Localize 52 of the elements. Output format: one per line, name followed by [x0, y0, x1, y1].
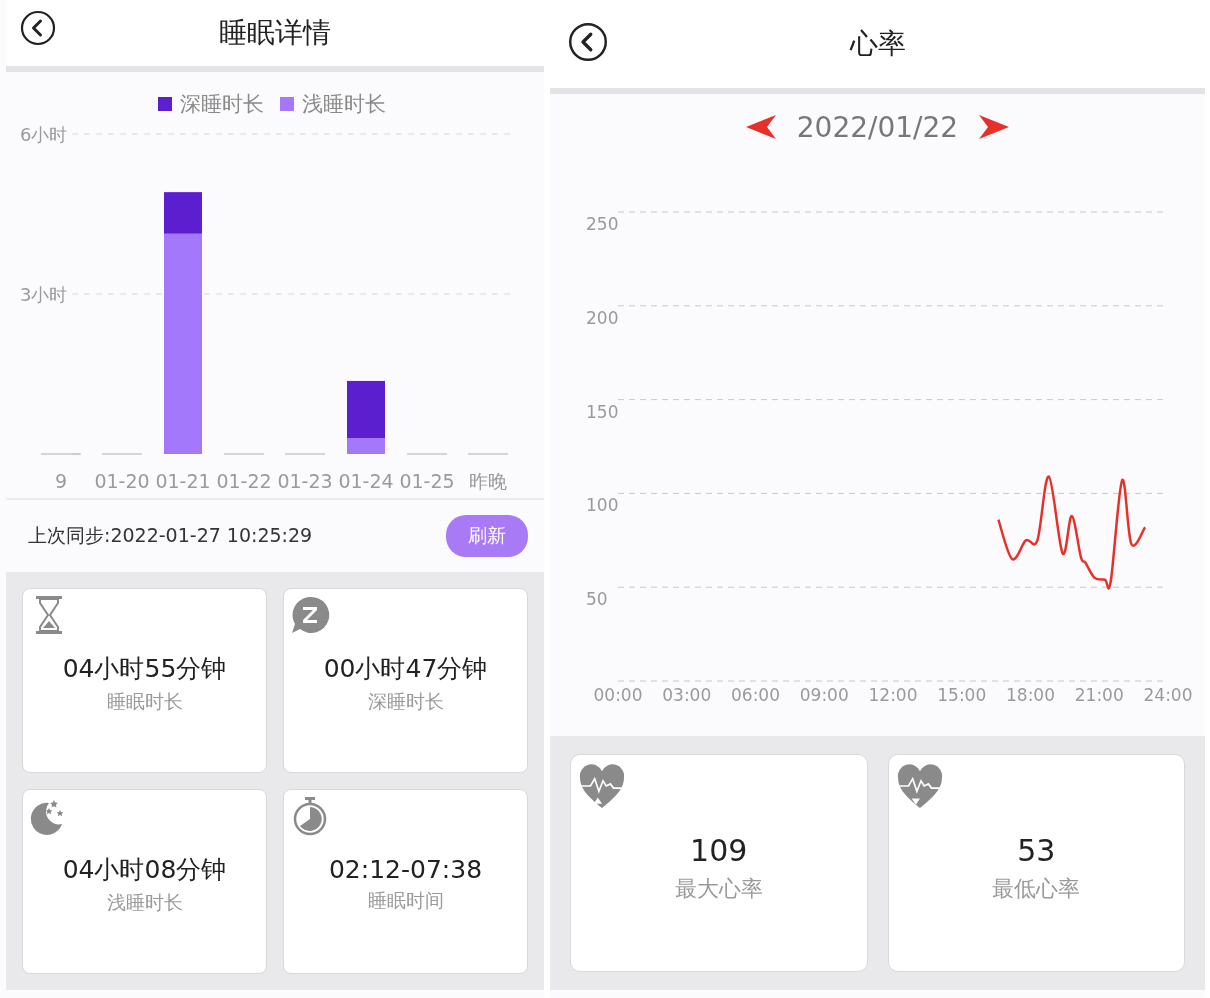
axis-label: 12:00	[868, 685, 918, 705]
screen-title: 睡眠详情	[219, 15, 331, 51]
axis-label: 06:00	[731, 685, 780, 705]
stat-value: 04小时55分钟	[62, 653, 227, 685]
axis-label: 01-23	[277, 470, 333, 492]
back-icon[interactable]	[568, 22, 608, 62]
hourglass-icon	[35, 595, 63, 635]
axis-label: 昨晚	[469, 470, 507, 492]
back-icon[interactable]	[20, 10, 56, 46]
previous-arrow-icon[interactable]	[744, 114, 777, 140]
axis-label: 01-25	[399, 470, 455, 492]
stat-label: 深睡时长	[367, 689, 444, 714]
screen-title: 心率	[849, 26, 906, 62]
axis-label: 03:00	[662, 685, 712, 705]
axis-label: 24:00	[1143, 685, 1193, 705]
stat-value: 109	[690, 832, 748, 868]
axis-label: 3小时	[20, 284, 68, 305]
date-label: 2022/01/22	[796, 110, 959, 144]
stat-value: 53	[1017, 832, 1056, 868]
stat-value: 00小时47分钟	[323, 653, 488, 685]
axis-label: 250	[586, 214, 619, 234]
axis-label: 01-24	[338, 470, 394, 492]
stat-label: 最低心率	[992, 874, 1081, 903]
stat-label: 最大心率	[674, 874, 763, 903]
axis-label: 6小时	[20, 124, 68, 145]
stopwatch-icon	[292, 796, 328, 836]
heart-pulse-icon	[896, 763, 943, 809]
last-sync-text: 上次同步:2022-01-27 10:25:29	[28, 523, 313, 548]
axis-label: 21:00	[1074, 685, 1124, 705]
sleep-bubble-icon	[290, 595, 330, 635]
legend-label: 深睡时长	[180, 91, 264, 118]
next-arrow-icon[interactable]	[978, 114, 1011, 140]
stat-value: 04小时08分钟	[62, 854, 227, 886]
axis-label: 200	[586, 307, 619, 328]
axis-label: 18:00	[1006, 685, 1055, 705]
axis-label: 15:00	[937, 685, 987, 705]
stat-label: 睡眠时间	[367, 888, 444, 913]
stat-label: 睡眠时长	[106, 689, 183, 714]
axis-label: 01-22	[216, 470, 272, 492]
legend-label: 浅睡时长	[302, 91, 386, 118]
axis-label: 01-20	[94, 470, 150, 492]
axis-label: 00:00	[593, 685, 643, 705]
axis-label: 100	[586, 495, 619, 516]
heart-pulse-icon	[579, 763, 625, 809]
axis-label: 09:00	[799, 685, 849, 705]
stat-value: 02:12-07:38	[328, 855, 483, 884]
axis-label: 50	[586, 589, 608, 610]
stat-label: 浅睡时长	[106, 890, 183, 915]
refresh-button[interactable]: 刷新	[446, 515, 528, 557]
axis-label: 150	[586, 401, 619, 422]
axis-label: 01-21	[155, 470, 211, 492]
axis-label: 9	[54, 470, 68, 492]
